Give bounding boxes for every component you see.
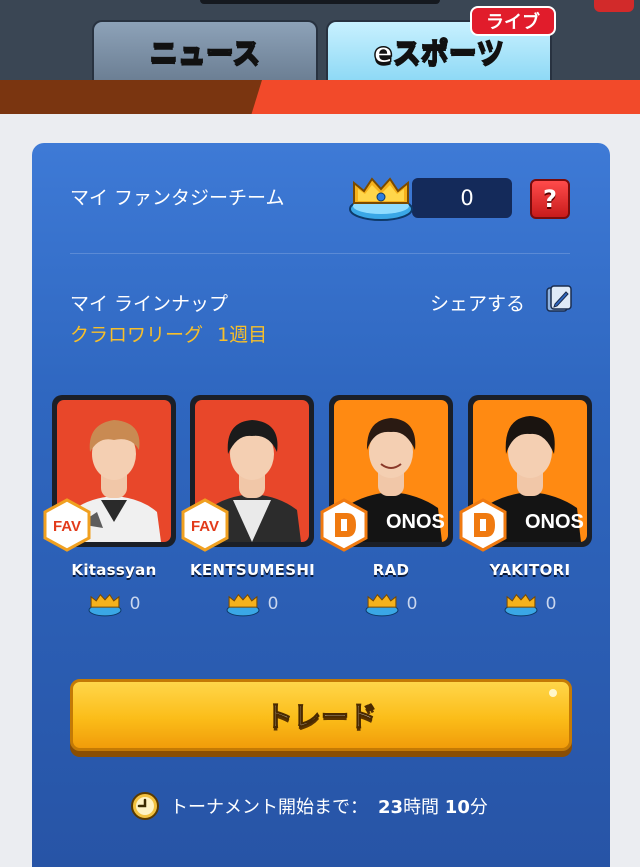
- fantasy-card: マイ ファンタジーチーム 0 ? マイ ラインナップ クラロワリーグ 1週目 シ…: [32, 143, 610, 867]
- tab-news[interactable]: ニュース: [92, 20, 318, 80]
- crown-icon: [88, 593, 122, 617]
- svg-text:FAV: FAV: [191, 518, 219, 535]
- fantasy-score-box: 0: [412, 178, 512, 218]
- countdown-hours: 23: [378, 797, 404, 818]
- player-card-yakitori[interactable]: ONOS YAKITORI 0: [459, 395, 592, 617]
- player-score-row: 0: [190, 591, 314, 617]
- crown-icon: [226, 593, 260, 617]
- clock-icon: [131, 792, 159, 820]
- player-score: 0: [267, 594, 279, 614]
- svg-text:ONOS: ONOS: [525, 511, 584, 533]
- share-button[interactable]: シェアする: [430, 289, 525, 316]
- player-card-kitassyan[interactable]: FAV Kitassyan 0: [43, 395, 176, 617]
- player-card-kentsumeshi[interactable]: FAV KENTSUMESHI 0: [181, 395, 316, 617]
- countdown-time: 23時間 10分: [378, 793, 488, 819]
- svg-text:ONOS: ONOS: [386, 511, 445, 533]
- fantasy-team-label: マイ ファンタジーチーム: [70, 187, 285, 209]
- live-badge: ライブ: [470, 6, 556, 36]
- team-d-icon: [459, 498, 507, 552]
- lineup-label: マイ ラインナップ: [70, 293, 229, 315]
- week-suffix: 週目: [229, 324, 268, 346]
- player-score: 0: [406, 594, 418, 614]
- player-portrait: FAV: [43, 395, 176, 552]
- crown-icon: [349, 177, 413, 221]
- player-name: KENTSUMESHI: [190, 561, 316, 579]
- player-portrait: ONOS: [459, 395, 592, 552]
- crown-icon: [504, 593, 538, 617]
- corner-button[interactable]: [594, 0, 634, 12]
- player-card-rad[interactable]: ONOS RAD 0: [320, 395, 453, 617]
- player-score-row: 0: [52, 591, 176, 617]
- countdown-minutes: 10: [444, 797, 470, 818]
- player-portrait: FAV: [181, 395, 314, 552]
- week-number: 1: [217, 324, 230, 346]
- share-icon[interactable]: [546, 285, 572, 313]
- header-stripe: [0, 80, 640, 114]
- trade-button[interactable]: トレード: [70, 679, 572, 751]
- player-score: 0: [545, 594, 557, 614]
- header-stripe-dark: [0, 80, 262, 114]
- player-score-row: 0: [329, 591, 453, 617]
- player-name: YAKITORI: [489, 561, 571, 579]
- player-portrait: ONOS: [320, 395, 453, 552]
- league-week-label: クラロワリーグ 1週目: [70, 320, 267, 347]
- crown-icon: [365, 593, 399, 617]
- tab-esports-label: eスポーツ: [373, 35, 505, 70]
- player-score-row: 0: [468, 591, 592, 617]
- help-button[interactable]: ?: [530, 179, 570, 219]
- team-fav-icon: FAV: [181, 498, 229, 552]
- player-score: 0: [129, 594, 141, 614]
- tab-news-label: ニュース: [149, 35, 261, 70]
- svg-text:FAV: FAV: [53, 518, 81, 535]
- player-name: RAD: [372, 561, 410, 579]
- countdown-minutes-unit: 分: [469, 797, 488, 818]
- divider: [70, 253, 570, 254]
- league-name: クラロワリーグ: [70, 324, 204, 346]
- team-fav-icon: FAV: [43, 498, 91, 552]
- tournament-countdown: トーナメント開始まで： 23時間 10分: [130, 791, 488, 821]
- trade-button-label: トレード: [264, 699, 377, 733]
- player-name: Kitassyan: [71, 561, 157, 579]
- countdown-hours-unit: 時間: [403, 797, 440, 818]
- team-d-icon: [320, 498, 368, 552]
- cut-off-title: [200, 0, 440, 4]
- fantasy-score: 0: [460, 186, 474, 210]
- countdown-prefix: トーナメント開始まで：: [170, 797, 368, 818]
- button-shine: [549, 689, 557, 697]
